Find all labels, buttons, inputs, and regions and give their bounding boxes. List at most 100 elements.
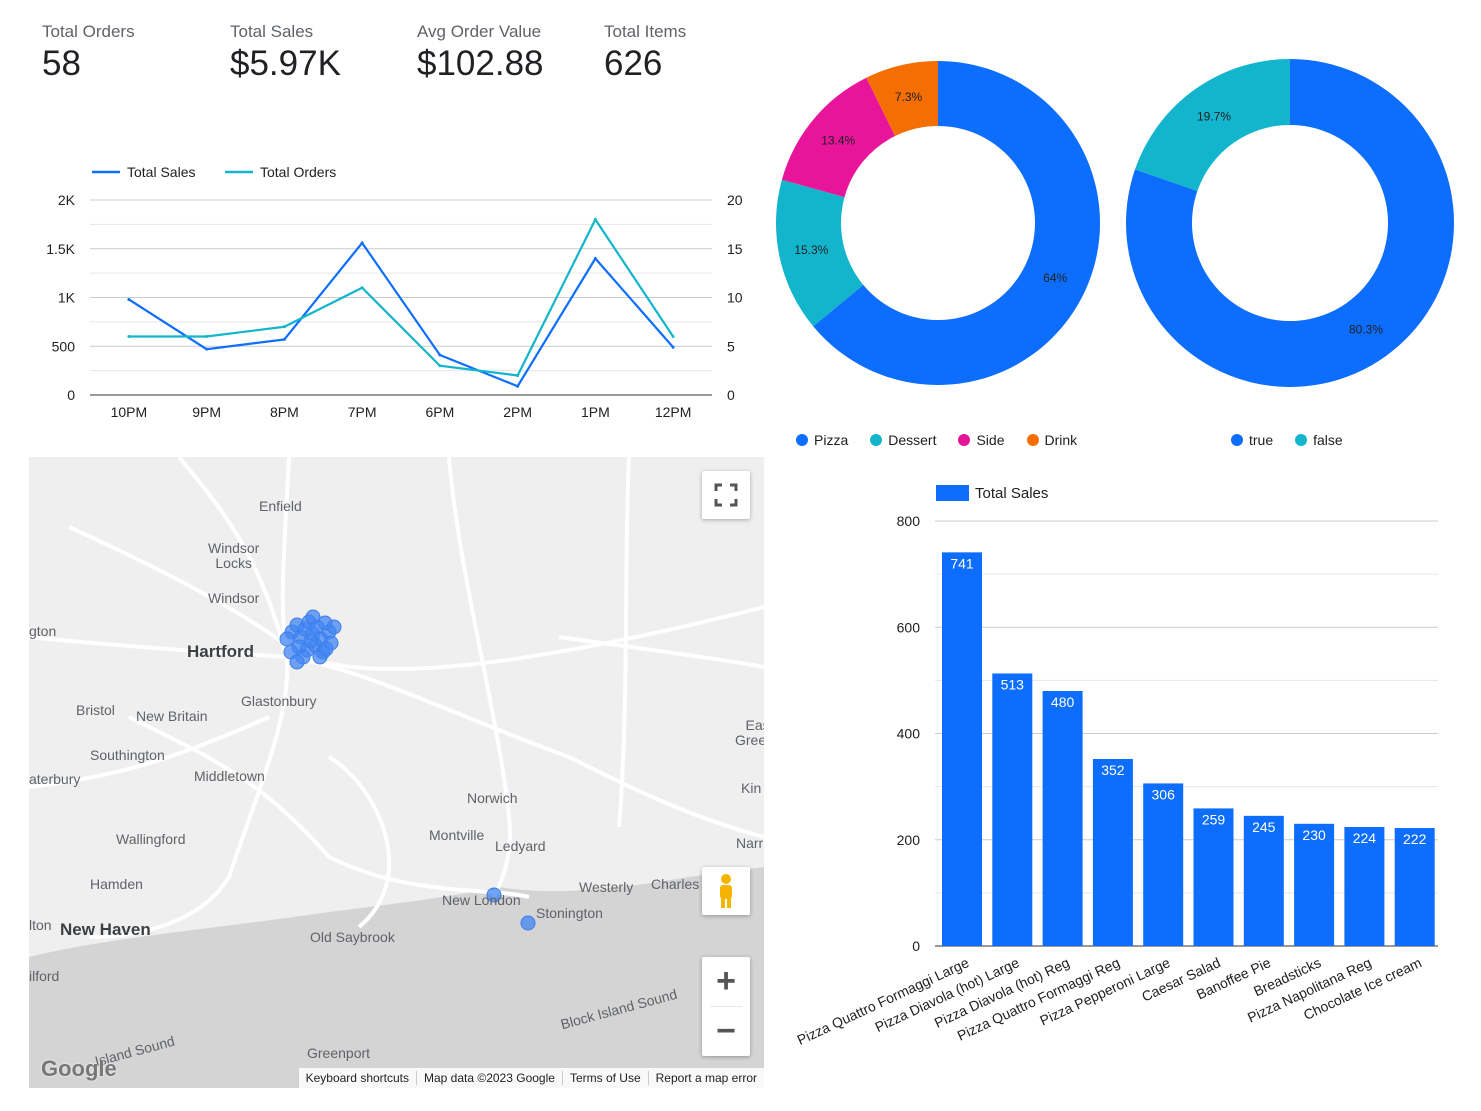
data-point	[438, 353, 442, 357]
legend-label: Dessert	[888, 432, 937, 448]
map-place-label: Ledyard	[495, 838, 546, 854]
kpi-label: Avg Order Value	[417, 22, 542, 41]
data-point	[593, 257, 597, 260]
map-place-label: Glastonbury	[241, 693, 317, 709]
category-donut-chart: 64% 15.3% 13.4% 7.3%	[776, 61, 1100, 386]
road	[29, 635, 764, 839]
terms-of-use-link[interactable]: Terms of Use	[561, 1071, 648, 1085]
order-marker	[326, 619, 342, 635]
road	[128, 715, 530, 899]
slice-label: 64%	[1043, 271, 1067, 285]
map-place-label: New Haven	[60, 920, 151, 939]
hourly-line-chart: 0 0 500 5 1K 10 1.5K 15 2K 20 10PM 9PM 8PM 7PM 6PM 2PM 1…	[46, 164, 743, 420]
orders-map[interactable]: Enfield Windsor Locks Windsor Hartford Glast…	[29, 457, 764, 1088]
map-place-label: aterbury	[29, 771, 81, 787]
y-left-tick: 2K	[58, 192, 76, 208]
legend-swatch	[936, 485, 969, 501]
kpi-label: Total Orders	[42, 22, 135, 41]
map-place-label: Old Saybrook	[310, 929, 395, 945]
bar-value-label: 352	[1101, 762, 1125, 778]
slice-label: 19.7%	[1197, 109, 1231, 123]
order-marker	[318, 641, 334, 657]
legend-label: Total Sales	[975, 485, 1048, 502]
bar	[1042, 691, 1083, 946]
legend-dot	[1295, 434, 1308, 446]
order-marker	[279, 631, 295, 647]
kpi-total-sales: Total Sales $5.97K	[230, 22, 341, 84]
y-right-tick: 20	[727, 192, 743, 208]
bar-value-label: 259	[1202, 811, 1226, 827]
x-tick-label: 7PM	[348, 404, 377, 420]
map-place-label: Kin	[741, 780, 762, 796]
fullscreen-icon	[714, 483, 738, 507]
kpi-label: Total Sales	[230, 22, 314, 41]
bar-value-label: 741	[950, 555, 974, 571]
map-place-label: gton	[29, 623, 57, 639]
data-point	[360, 286, 364, 290]
slice-label: 13.4%	[821, 133, 855, 147]
y-left-tick: 1K	[58, 290, 76, 306]
kpi-value: $102.88	[417, 44, 544, 83]
data-point	[671, 345, 675, 349]
x-tick-label: 10PM	[111, 404, 148, 420]
map-place-label: Norwich	[467, 790, 518, 806]
map-place-label: Greenport	[307, 1045, 371, 1061]
legend-item: Dessert	[870, 432, 936, 448]
bar-value-label: 480	[1051, 694, 1075, 710]
data-point	[205, 335, 209, 338]
y-tick: 200	[897, 832, 921, 848]
map-place-label: Charles	[651, 876, 700, 892]
legend-label: Drink	[1044, 432, 1078, 448]
kpi-total-orders: Total Orders 58	[42, 22, 135, 84]
street-view-button[interactable]	[702, 867, 750, 915]
bar	[942, 552, 982, 946]
x-tick-label: 8PM	[270, 404, 299, 420]
fullscreen-button[interactable]	[702, 471, 750, 519]
data-point	[516, 374, 520, 377]
legend-item: false	[1295, 432, 1343, 448]
map-place-label: Middletown	[194, 768, 265, 784]
map-place-label: lton	[29, 917, 52, 933]
data-point	[516, 384, 520, 388]
keyboard-shortcuts-link[interactable]: Keyboard shortcuts	[299, 1071, 416, 1085]
google-logo[interactable]: Google	[41, 1056, 117, 1082]
legend-dot	[796, 434, 808, 446]
data-point	[438, 364, 442, 368]
bar-value-label: 230	[1302, 827, 1326, 843]
bar	[1243, 815, 1284, 946]
y-left-tick: 500	[52, 338, 76, 354]
bar	[992, 673, 1033, 946]
report-map-error-link[interactable]: Report a map error	[647, 1071, 764, 1085]
zoom-in-button[interactable]: +	[702, 957, 750, 1006]
legend-label: Total Orders	[260, 164, 336, 180]
slice-label: 7.3%	[895, 90, 923, 104]
y-tick: 600	[897, 619, 921, 635]
map-place-label: Hartford	[187, 642, 255, 661]
legend-label: false	[1313, 432, 1343, 448]
legend-label: true	[1249, 432, 1274, 448]
y-right-tick: 15	[727, 241, 743, 257]
map-place-label: Hamden	[90, 876, 143, 892]
legend-dot	[870, 434, 883, 446]
x-tick-label: 1PM	[581, 404, 610, 420]
series-line-total-sales	[128, 241, 674, 388]
legend-item: Drink	[1026, 432, 1078, 448]
map-data-text: Map data ©2023 Google	[416, 1071, 562, 1085]
slice-label: 80.3%	[1349, 323, 1383, 337]
map-place-label: New London	[442, 892, 521, 908]
slice-false	[1135, 59, 1290, 191]
y-right-tick: 5	[727, 338, 735, 354]
zoom-out-button[interactable]: −	[702, 1007, 750, 1056]
category-donut-legend: Pizza Dessert Side Drink	[796, 432, 1099, 448]
x-tick-label: 12PM	[655, 404, 692, 420]
top-items-bar-chart: 0200400600800741Pizza Quattro Formaggi L…	[795, 485, 1438, 1048]
map-place-label: Westerly	[579, 879, 634, 895]
bar-value-label: 222	[1403, 831, 1427, 847]
data-point	[593, 218, 597, 221]
data-point	[671, 335, 675, 338]
map-place-label: New Britain	[136, 708, 208, 724]
data-point	[127, 297, 131, 301]
bar	[1143, 783, 1184, 946]
zoom-controls: + −	[702, 957, 750, 1056]
boolean-donut-chart: 80.3% 19.7%	[1126, 59, 1454, 387]
